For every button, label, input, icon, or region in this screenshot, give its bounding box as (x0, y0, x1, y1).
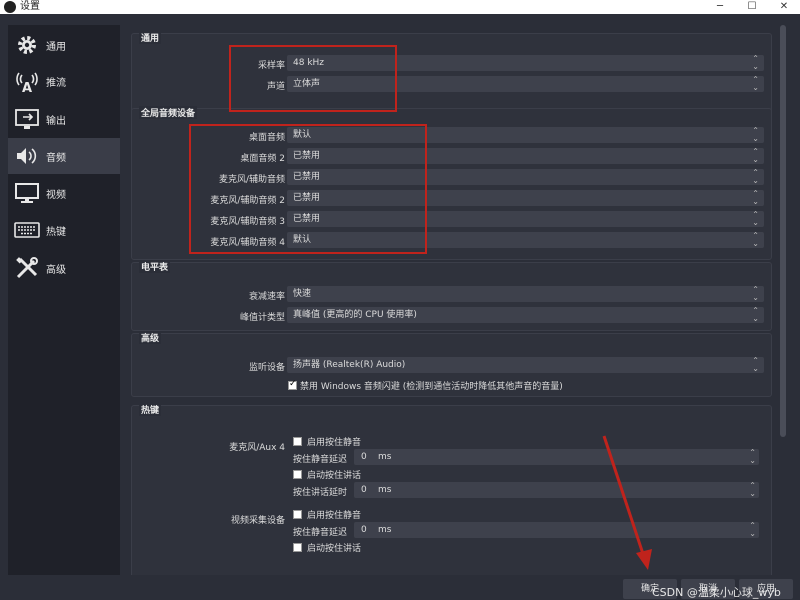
watermark: CSDN @温柔小心球_wyb (652, 586, 781, 599)
annotation-arrow (602, 435, 652, 570)
